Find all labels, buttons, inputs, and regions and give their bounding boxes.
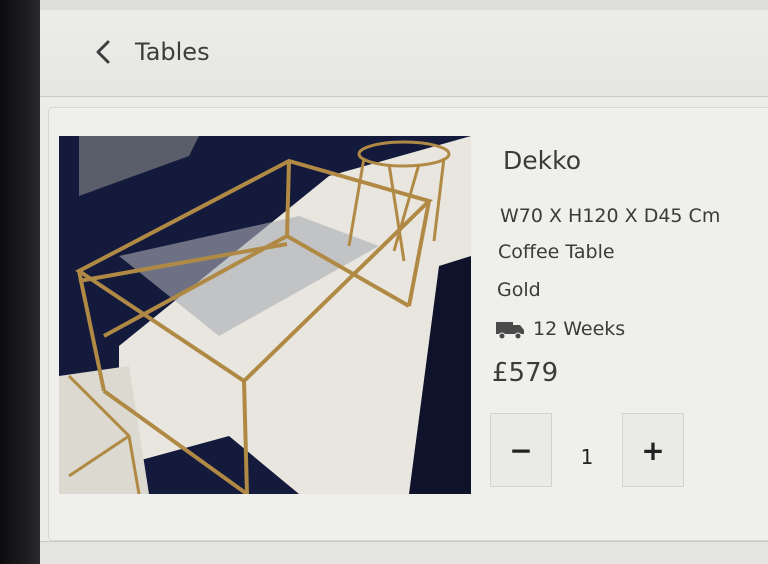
decrement-button[interactable]: − xyxy=(490,413,552,487)
product-dimensions: W70 X H120 X D45 Cm xyxy=(500,205,721,227)
content-area: Dekko W70 X H120 X D45 Cm Coffee Table G… xyxy=(40,97,768,564)
truck-icon xyxy=(496,322,524,340)
product-type: Coffee Table xyxy=(498,241,615,263)
product-color: Gold xyxy=(497,279,541,301)
product-image xyxy=(59,136,471,494)
page-title: Tables xyxy=(135,38,210,66)
product-price: £579 xyxy=(492,358,559,388)
delivery-time: 12 Weeks xyxy=(495,318,625,340)
product-card: Dekko W70 X H120 X D45 Cm Coffee Table G… xyxy=(48,107,768,541)
delivery-label: 12 Weeks xyxy=(533,318,626,340)
quantity-value[interactable]: 1 xyxy=(581,445,594,469)
back-button[interactable] xyxy=(92,34,116,70)
device-bezel xyxy=(0,0,40,564)
page-header: Tables xyxy=(40,10,768,97)
increment-button[interactable]: + xyxy=(621,413,684,487)
bottom-bar xyxy=(40,541,768,564)
quantity-stepper: − 1 + xyxy=(490,413,684,487)
chevron-left-icon xyxy=(96,40,110,64)
app-screen: Tables Dekko W70 X H120 X D45 Cm Coffee … xyxy=(40,0,768,564)
product-name: Dekko xyxy=(503,146,581,175)
